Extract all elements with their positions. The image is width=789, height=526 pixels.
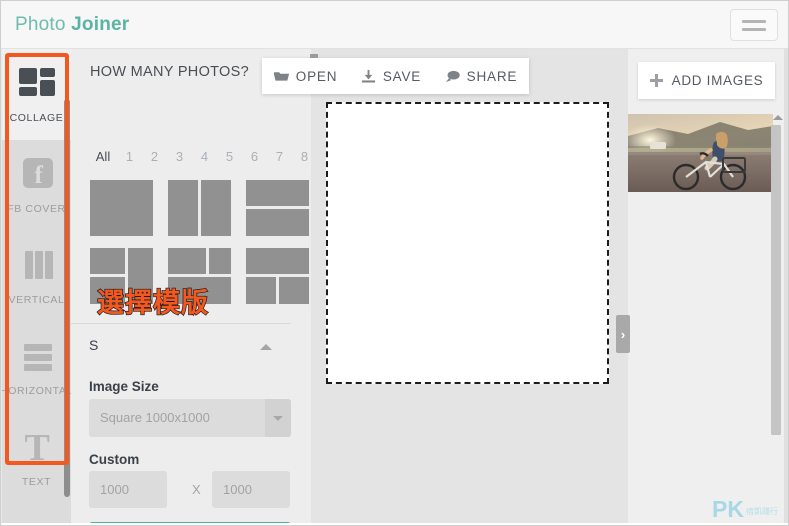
sidebar-label-fb-cover: FB COVER bbox=[7, 202, 66, 215]
sidebar-item-horizontal[interactable]: HORIZONTAL bbox=[2, 322, 71, 413]
filter-8[interactable]: 8 bbox=[292, 149, 311, 164]
sidebar-item-fb-cover[interactable]: f FB COVER bbox=[2, 140, 71, 231]
hamburger-menu-button[interactable] bbox=[730, 9, 778, 41]
filter-6[interactable]: 6 bbox=[242, 149, 267, 164]
photo-count-filters: All 1 2 3 4 5 6 7 8 bbox=[89, 149, 311, 164]
bottom-strip bbox=[1, 523, 788, 525]
top-bar: Photo Joiner bbox=[1, 1, 788, 49]
hamburger-icon-bar-1 bbox=[742, 19, 766, 23]
panel-title: HOW MANY PHOTOS? bbox=[90, 64, 249, 80]
save-label: SAVE bbox=[382, 68, 422, 84]
speech-bubble-icon bbox=[445, 69, 460, 84]
folder-icon bbox=[273, 69, 289, 84]
brand-light-text: Photo bbox=[15, 13, 72, 35]
app-brand[interactable]: Photo Joiner bbox=[15, 14, 129, 36]
vertical-bars-icon bbox=[17, 248, 57, 286]
template-thumb-2[interactable] bbox=[167, 179, 232, 237]
annotation-callout-text: 選擇模版 bbox=[96, 287, 209, 318]
filter-all[interactable]: All bbox=[89, 149, 117, 164]
horizontal-bars-icon bbox=[17, 339, 57, 377]
settings-section-header: S bbox=[89, 337, 99, 353]
filter-2[interactable]: 2 bbox=[142, 149, 167, 164]
watermark: PK 痞凱踐行 bbox=[712, 496, 778, 522]
collage-icon bbox=[17, 66, 57, 104]
x-separator: X bbox=[192, 482, 201, 497]
images-panel-scrollbar[interactable] bbox=[771, 125, 781, 435]
custom-width-input[interactable] bbox=[89, 471, 167, 508]
facebook-icon: f bbox=[17, 157, 57, 195]
download-icon bbox=[361, 69, 376, 84]
open-button[interactable]: OPEN bbox=[273, 68, 338, 84]
filter-7[interactable]: 7 bbox=[267, 149, 292, 164]
hamburger-icon-bar-2 bbox=[742, 27, 766, 31]
image-size-value: Square 1000x1000 bbox=[100, 410, 210, 425]
watermark-logo: PK bbox=[712, 496, 744, 522]
collage-canvas[interactable] bbox=[326, 102, 609, 384]
filter-1[interactable]: 1 bbox=[117, 149, 142, 164]
sidebar-label-horizontal: HORIZONTAL bbox=[2, 384, 71, 397]
right-edge-strip bbox=[784, 49, 788, 525]
floating-toolbar: OPEN SAVE SHARE bbox=[262, 54, 529, 94]
add-images-label: ADD IMAGES bbox=[671, 73, 764, 88]
sidebar-item-collage[interactable]: COLLAGE bbox=[2, 49, 71, 140]
photo-joiner-app: Photo Joiner COLLAGE f FB COVER VERTICAL bbox=[0, 0, 789, 526]
filter-4[interactable]: 4 bbox=[192, 149, 217, 164]
image-size-label: Image Size bbox=[89, 379, 159, 394]
toolbar-nub-top bbox=[310, 54, 318, 58]
canvas-area: › bbox=[311, 49, 630, 525]
images-panel: ADD IMAGES bbox=[628, 49, 788, 525]
template-thumb-1[interactable] bbox=[89, 179, 154, 237]
template-thumb-3[interactable] bbox=[245, 179, 310, 237]
watermark-subtitle: 痞凱踐行 bbox=[746, 507, 778, 516]
left-sidebar: COLLAGE f FB COVER VERTICAL HORIZONTAL T… bbox=[2, 49, 71, 525]
sidebar-label-vertical: VERTICAL bbox=[8, 293, 65, 306]
chevron-up-icon[interactable] bbox=[260, 344, 272, 350]
sidebar-scrollbar[interactable] bbox=[64, 99, 70, 497]
image-size-select[interactable]: Square 1000x1000 bbox=[89, 399, 291, 437]
plus-icon bbox=[649, 74, 663, 87]
sidebar-label-text: TEXT bbox=[21, 475, 52, 488]
text-T-icon: T bbox=[24, 426, 50, 469]
save-button[interactable]: SAVE bbox=[361, 69, 421, 84]
sidebar-item-text[interactable]: T TEXT bbox=[2, 413, 71, 504]
add-images-button[interactable]: ADD IMAGES bbox=[638, 62, 775, 99]
share-label: SHARE bbox=[466, 68, 518, 84]
panel-collapse-handle[interactable]: › bbox=[616, 315, 630, 353]
filter-3[interactable]: 3 bbox=[167, 149, 192, 164]
chevron-down-icon[interactable] bbox=[265, 399, 291, 437]
custom-height-input[interactable] bbox=[212, 471, 290, 508]
filter-5[interactable]: 5 bbox=[217, 149, 242, 164]
scroll-up-caret-icon[interactable] bbox=[773, 115, 783, 120]
sidebar-item-vertical[interactable]: VERTICAL bbox=[2, 231, 71, 322]
template-thumb-6[interactable] bbox=[245, 247, 310, 305]
sidebar-label-collage: COLLAGE bbox=[9, 111, 64, 124]
custom-label: Custom bbox=[89, 452, 140, 467]
open-label: OPEN bbox=[295, 68, 338, 84]
brand-bold-text: Joiner bbox=[71, 13, 130, 35]
panel-divider bbox=[71, 323, 291, 324]
share-button[interactable]: SHARE bbox=[445, 69, 518, 84]
image-thumbnail[interactable] bbox=[628, 114, 773, 192]
